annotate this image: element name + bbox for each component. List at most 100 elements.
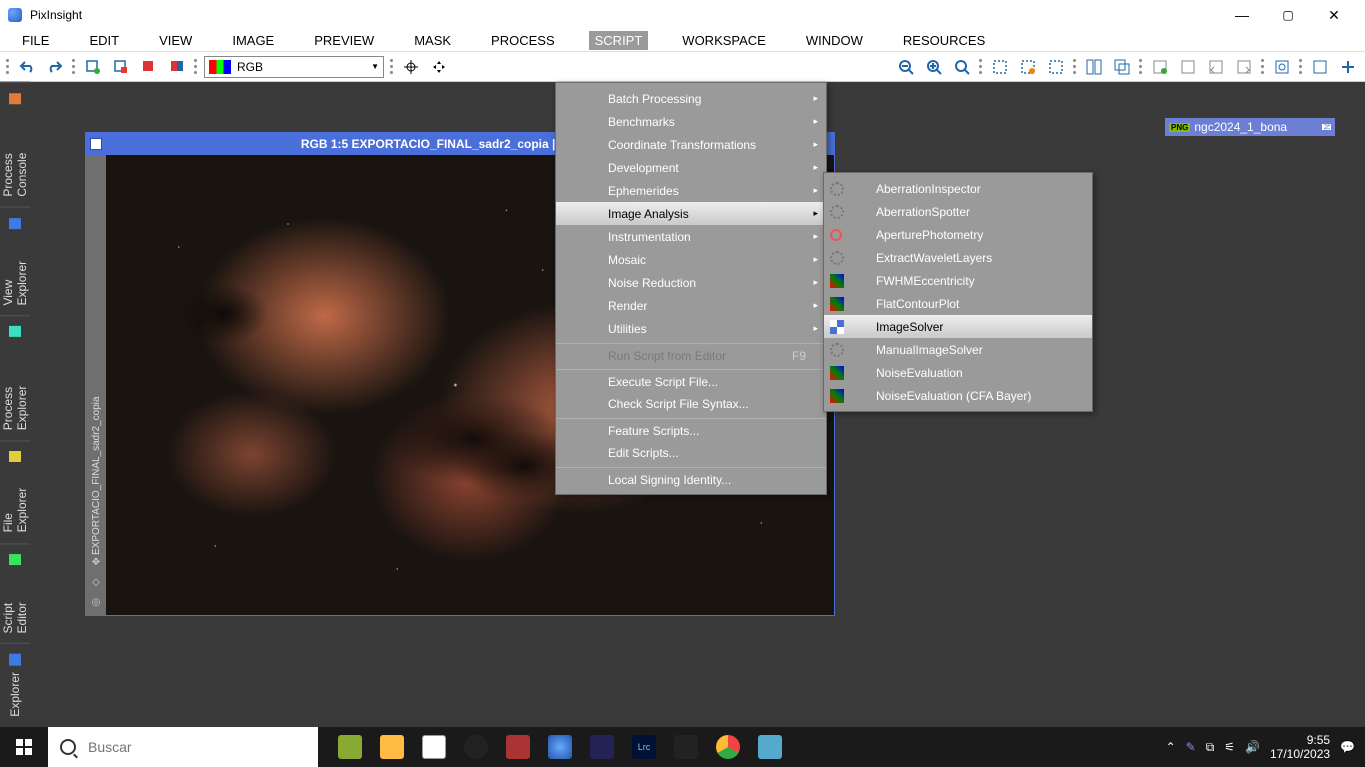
zoom-fit-button[interactable]	[951, 56, 973, 78]
menu-item-noiseevaluation-cfa-bayer-[interactable]: NoiseEvaluation (CFA Bayer)	[824, 384, 1092, 407]
menu-mask[interactable]: MASK	[408, 31, 457, 50]
tray-notifications-icon[interactable]: 💬	[1340, 740, 1355, 754]
taskbar-search[interactable]	[48, 727, 318, 767]
window-cascade-button[interactable]	[1111, 56, 1133, 78]
crosshair-tool-button[interactable]	[400, 56, 422, 78]
menu-workspace[interactable]: WORKSPACE	[676, 31, 772, 50]
stf-button-2[interactable]	[166, 56, 188, 78]
menu-item-run-script-from-editor: Run Script from EditorF9	[556, 343, 826, 366]
menu-item-mosaic[interactable]: Mosaic	[556, 248, 826, 271]
menu-resources[interactable]: RESOURCES	[897, 31, 991, 50]
task-icon-chrome[interactable]	[708, 727, 748, 767]
panel-tab-explorer[interactable]: Explorer	[0, 643, 30, 727]
undo-geom-button[interactable]	[1205, 56, 1227, 78]
gear-icon	[830, 182, 844, 196]
crop-button-3[interactable]	[1045, 56, 1067, 78]
menu-item-coordinate-transformations[interactable]: Coordinate Transformations	[556, 133, 826, 156]
menu-file[interactable]: FILE	[16, 31, 55, 50]
crop-button-1[interactable]	[989, 56, 1011, 78]
task-icon-astro2[interactable]	[666, 727, 706, 767]
menu-item-noise-reduction[interactable]: Noise Reduction	[556, 271, 826, 294]
menu-item-feature-scripts-[interactable]: Feature Scripts...	[556, 418, 826, 441]
start-button[interactable]	[0, 727, 48, 767]
menu-item-manualimagesolver[interactable]: ManualImageSolver	[824, 338, 1092, 361]
menu-process[interactable]: PROCESS	[485, 31, 561, 50]
task-icon-explorer[interactable]	[372, 727, 412, 767]
crop-icon[interactable]: ◇	[89, 575, 103, 589]
task-icon-stellarium[interactable]	[456, 727, 496, 767]
task-icon-desktop[interactable]	[750, 727, 790, 767]
lock-color-button[interactable]	[1177, 56, 1199, 78]
task-icon-lightroom[interactable]: Lrc	[624, 727, 664, 767]
menu-item-image-analysis[interactable]: Image Analysis	[556, 202, 826, 225]
pan-tool-button[interactable]	[428, 56, 450, 78]
tray-wifi-icon[interactable]: ⚟	[1224, 740, 1235, 754]
panel-tab-icon	[9, 93, 21, 104]
crop-button-2[interactable]	[1017, 56, 1039, 78]
task-icon-pixinsight[interactable]	[540, 727, 580, 767]
expand-button[interactable]	[1337, 56, 1359, 78]
zoom-in-button[interactable]	[923, 56, 945, 78]
panel-tab-process-console[interactable]: Process Console	[0, 82, 30, 207]
tray-volume-icon[interactable]: 🔊	[1245, 740, 1260, 754]
menu-item-aberrationspotter[interactable]: AberrationSpotter	[824, 200, 1092, 223]
menu-item-development[interactable]: Development	[556, 156, 826, 179]
readout-button[interactable]	[1271, 56, 1293, 78]
menu-item-batch-processing[interactable]: Batch Processing	[556, 87, 826, 110]
taskbar-search-input[interactable]	[88, 739, 306, 755]
panel-tab-process-explorer[interactable]: Process Explorer	[0, 315, 30, 440]
menu-item-aberrationinspector[interactable]: AberrationInspector	[824, 177, 1092, 200]
menu-item-benchmarks[interactable]: Benchmarks	[556, 110, 826, 133]
menu-item-flatcontourplot[interactable]: FlatContourPlot	[824, 292, 1092, 315]
panel-tab-file-explorer[interactable]: File Explorer	[0, 440, 30, 542]
image-analysis-submenu[interactable]: AberrationInspectorAberrationSpotterAper…	[823, 172, 1093, 412]
menu-item-execute-script-file-[interactable]: Execute Script File...	[556, 369, 826, 392]
menu-image[interactable]: IMAGE	[226, 31, 280, 50]
menu-item-noiseevaluation[interactable]: NoiseEvaluation	[824, 361, 1092, 384]
redo-geom-button[interactable]	[1233, 56, 1255, 78]
window-close-button[interactable]	[1311, 0, 1357, 30]
target-icon[interactable]: ◎	[89, 595, 103, 609]
stf-button-1[interactable]	[138, 56, 160, 78]
zoom-out-button[interactable]	[895, 56, 917, 78]
menu-item-fwhmeccentricity[interactable]: FWHMEccentricity	[824, 269, 1092, 292]
new-image-button[interactable]	[82, 56, 104, 78]
redo-button[interactable]	[44, 56, 66, 78]
panel-tab-view-explorer[interactable]: View Explorer	[0, 207, 30, 316]
crosshair-icon[interactable]: ✥	[89, 555, 103, 569]
tray-clock[interactable]: 9:55 17/10/2023	[1270, 733, 1330, 762]
task-icon-file[interactable]	[414, 727, 454, 767]
window-tile-button[interactable]	[1083, 56, 1105, 78]
mask-button[interactable]	[110, 56, 132, 78]
fullscreen-button[interactable]	[1309, 56, 1331, 78]
menu-edit[interactable]: EDIT	[83, 31, 125, 50]
window-maximize-button[interactable]	[1265, 0, 1311, 30]
menu-item-edit-scripts-[interactable]: Edit Scripts...	[556, 441, 826, 464]
menu-preview[interactable]: PREVIEW	[308, 31, 380, 50]
tray-chevron-icon[interactable]: ⌃	[1166, 740, 1176, 754]
menu-item-extractwaveletlayers[interactable]: ExtractWaveletLayers	[824, 246, 1092, 269]
menu-item-render[interactable]: Render	[556, 294, 826, 317]
menu-script[interactable]: SCRIPT	[589, 31, 649, 50]
menu-item-aperturephotometry[interactable]: AperturePhotometry	[824, 223, 1092, 246]
menu-view[interactable]: VIEW	[153, 31, 198, 50]
tray-network-icon[interactable]: ⧉	[1206, 740, 1215, 755]
task-icon-asiair[interactable]	[498, 727, 538, 767]
menu-item-imagesolver[interactable]: ImageSolver	[824, 315, 1092, 338]
menu-window[interactable]: WINDOW	[800, 31, 869, 50]
menu-item-utilities[interactable]: Utilities	[556, 317, 826, 340]
menu-item-instrumentation[interactable]: Instrumentation	[556, 225, 826, 248]
channel-select[interactable]: RGB ▼	[204, 56, 384, 78]
minimized-image-icon[interactable]: PNG ngc2024_1_bona N	[1165, 118, 1335, 136]
tray-feather-icon[interactable]: ✎	[1186, 740, 1196, 754]
undo-button[interactable]	[16, 56, 38, 78]
lock-geom-button[interactable]	[1149, 56, 1171, 78]
menu-item-local-signing-identity-[interactable]: Local Signing Identity...	[556, 467, 826, 490]
window-minimize-button[interactable]	[1219, 0, 1265, 30]
panel-tab-script-editor[interactable]: Script Editor	[0, 543, 30, 643]
script-menu[interactable]: Batch ProcessingBenchmarksCoordinate Tra…	[555, 82, 827, 495]
menu-item-check-script-file-syntax-[interactable]: Check Script File Syntax...	[556, 392, 826, 415]
task-icon-notepadpp[interactable]	[330, 727, 370, 767]
menu-item-ephemerides[interactable]: Ephemerides	[556, 179, 826, 202]
task-icon-astro1[interactable]	[582, 727, 622, 767]
